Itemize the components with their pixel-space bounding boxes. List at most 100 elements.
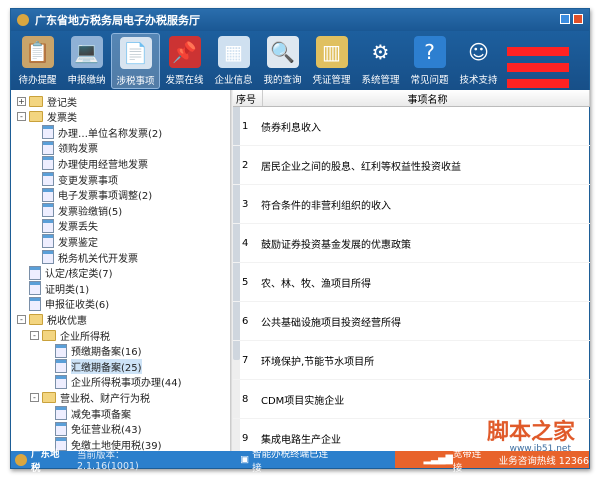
tree-node[interactable]: 预缴期备案(16)	[55, 343, 142, 359]
tree-node-label: 税务机关代开发票	[58, 253, 138, 265]
stamp-icon: 📌	[168, 36, 201, 68]
table-row[interactable]: 3 符合条件的非营利组织的收入	[233, 185, 590, 224]
gear-icon: ⚙	[371, 40, 390, 64]
row-name: 债券利息收入	[261, 122, 321, 134]
tree-node-label: 企业所得税	[60, 331, 110, 343]
tree-node[interactable]: - 企业所得税	[30, 327, 110, 343]
tree-node-label: 企业所得税事项办理(44)	[71, 378, 182, 390]
row-number: 8	[242, 393, 249, 405]
tree-node[interactable]: 申报征收类(6)	[29, 296, 109, 312]
toolbar-button-7[interactable]: ⚙ 系统管理	[356, 33, 405, 89]
toolbar-button-2[interactable]: 📄 涉税事项	[111, 33, 160, 89]
restore-button[interactable]	[560, 14, 570, 24]
doc-icon	[42, 156, 54, 171]
row-number: 5	[242, 276, 249, 288]
toolbar-label: 凭证管理	[312, 75, 351, 86]
toolbar-button-3[interactable]: 📌 发票在线	[160, 33, 209, 89]
signal-icon: ▂▃▅▇	[423, 454, 453, 465]
collapse-icon[interactable]: -	[30, 330, 39, 340]
window-title: 广东省地方税务局电子办税服务厅	[35, 14, 200, 27]
tree-node[interactable]: 汇缴期备案(25)	[55, 358, 142, 374]
tree-node-label: 减免事项备案	[71, 409, 131, 421]
toolbar-button-0[interactable]: 📋 待办提醒	[13, 33, 62, 89]
tree-node[interactable]: 办理使用经营地发票	[42, 155, 148, 171]
tree-node[interactable]: + 登记类	[17, 93, 77, 109]
doc-icon	[42, 203, 54, 218]
table-row[interactable]: 6 公共基础设施项目投资经营所得	[233, 302, 590, 341]
tree-node[interactable]: 免征营业税(43)	[55, 421, 142, 437]
tree-node[interactable]: 电子发票事项调整(2)	[42, 187, 152, 203]
tree-node[interactable]: 变更发票事项	[42, 171, 118, 187]
items-grid: 序号 事项名称 1 债券利息收入 2 居民企业之间的股息、红利等权益性投资收益 3 符合条…	[233, 90, 590, 452]
tree-node[interactable]: 办理…单位名称发票(2)	[42, 124, 162, 140]
collapse-icon[interactable]: -	[30, 392, 39, 402]
category-tree: + 登记类 - 发票类办理…单位名称发票(2) 领购发票办理使用经营地发票 变更发票事项电…	[11, 90, 231, 452]
toolbar-button-6[interactable]: ▥ 凭证管理	[307, 33, 356, 89]
row-name: 居民企业之间的股息、红利等权益性投资收益	[261, 161, 461, 173]
terminal-icon: ▣	[240, 454, 250, 465]
tree-node-label: 认定/核定类(7)	[45, 269, 113, 281]
table-row[interactable]: 2 居民企业之间的股息、红利等权益性投资收益	[233, 146, 590, 185]
tree-node[interactable]: 发票验缴销(5)	[42, 202, 122, 218]
doc-icon	[29, 281, 41, 296]
tree-node[interactable]: 发票丢失	[42, 218, 98, 234]
tree-node-label: 办理…单位名称发票(2)	[58, 128, 163, 140]
toolbar-label: 技术支持	[459, 75, 498, 86]
tree-node-label: 发票类	[47, 113, 77, 125]
toolbar-button-5[interactable]: 🔍 我的查询	[258, 33, 307, 89]
magnifier-icon: 🔍	[266, 36, 299, 68]
table-row[interactable]: 4 鼓励证券投资基金发展的优惠政策	[233, 224, 590, 263]
tree-node[interactable]: 企业所得税事项办理(44)	[55, 374, 182, 390]
doc-icon	[42, 218, 54, 233]
doc-icon	[55, 343, 67, 358]
doc-icon	[55, 406, 67, 420]
tree-node-label: 登记类	[47, 97, 77, 109]
row-number: 2	[242, 159, 249, 171]
toolbar-label: 待办提醒	[18, 75, 57, 86]
folder-icon	[42, 391, 56, 403]
tree-node[interactable]: 领购发票	[42, 140, 98, 156]
toolbar-button-9[interactable]: ☺ 技术支持	[454, 33, 503, 89]
toolbar-label: 涉税事项	[116, 76, 155, 87]
tree-node[interactable]: 认定/核定类(7)	[29, 265, 113, 281]
toolbar-button-8[interactable]: ? 常见问题	[405, 33, 454, 89]
tree-node[interactable]: 税务机关代开发票	[42, 249, 138, 265]
watermark-logo: 脚本之家	[486, 420, 575, 445]
collapse-icon[interactable]: -	[17, 112, 26, 122]
table-row[interactable]: 7 环境保护,节能节水项目所	[233, 341, 590, 380]
table-row[interactable]: 5 农、林、牧、渔项目所得	[233, 263, 590, 302]
tree-node[interactable]: 发票鉴定	[42, 233, 98, 249]
close-button[interactable]	[573, 14, 583, 24]
tree-node[interactable]: - 营业税、财产行为税	[30, 389, 150, 405]
tree-node[interactable]: - 发票类	[17, 109, 77, 125]
status-terminal: 智能办税终端已连接	[252, 448, 329, 474]
building-doc-icon: ▦	[217, 36, 250, 68]
tree-node[interactable]: 减免事项备案	[55, 405, 131, 421]
col-header-no[interactable]: 序号	[233, 90, 263, 106]
col-header-name[interactable]: 事项名称	[263, 90, 590, 106]
row-name: 环境保护,节能节水项目所	[261, 356, 375, 368]
collapse-icon[interactable]: -	[17, 314, 26, 324]
row-name: CDM项目实施企业	[261, 395, 345, 407]
expand-icon[interactable]: +	[17, 96, 26, 106]
tree-node-label: 申报征收类(6)	[45, 300, 110, 312]
table-row[interactable]: 1 债券利息收入	[233, 107, 590, 146]
doc-icon	[42, 250, 54, 264]
folder-icon	[42, 329, 56, 341]
toolbar-label: 企业信息	[214, 75, 253, 86]
tree-node-label: 证明类(1)	[45, 284, 90, 296]
toolbar-button-4[interactable]: ▦ 企业信息	[209, 33, 258, 89]
tree-node-label: 办理使用经营地发票	[58, 159, 148, 171]
tree-node[interactable]: - 税收优惠	[17, 311, 87, 327]
toolbar-button-1[interactable]: 💻 申报缴纳	[62, 33, 111, 89]
doc-icon	[42, 172, 54, 186]
binders-icon: ▥	[315, 36, 348, 68]
tree-node[interactable]: 证明类(1)	[29, 280, 89, 296]
folder-icon	[29, 313, 43, 325]
status-org: 广东地税	[30, 448, 60, 474]
grid-header: 序号 事项名称	[233, 90, 590, 107]
row-name: 符合条件的非营利组织的收入	[261, 200, 391, 212]
toolbar-label: 我的查询	[263, 75, 302, 86]
row-name: 集成电路生产企业	[261, 434, 341, 446]
doc-icon	[42, 187, 54, 202]
